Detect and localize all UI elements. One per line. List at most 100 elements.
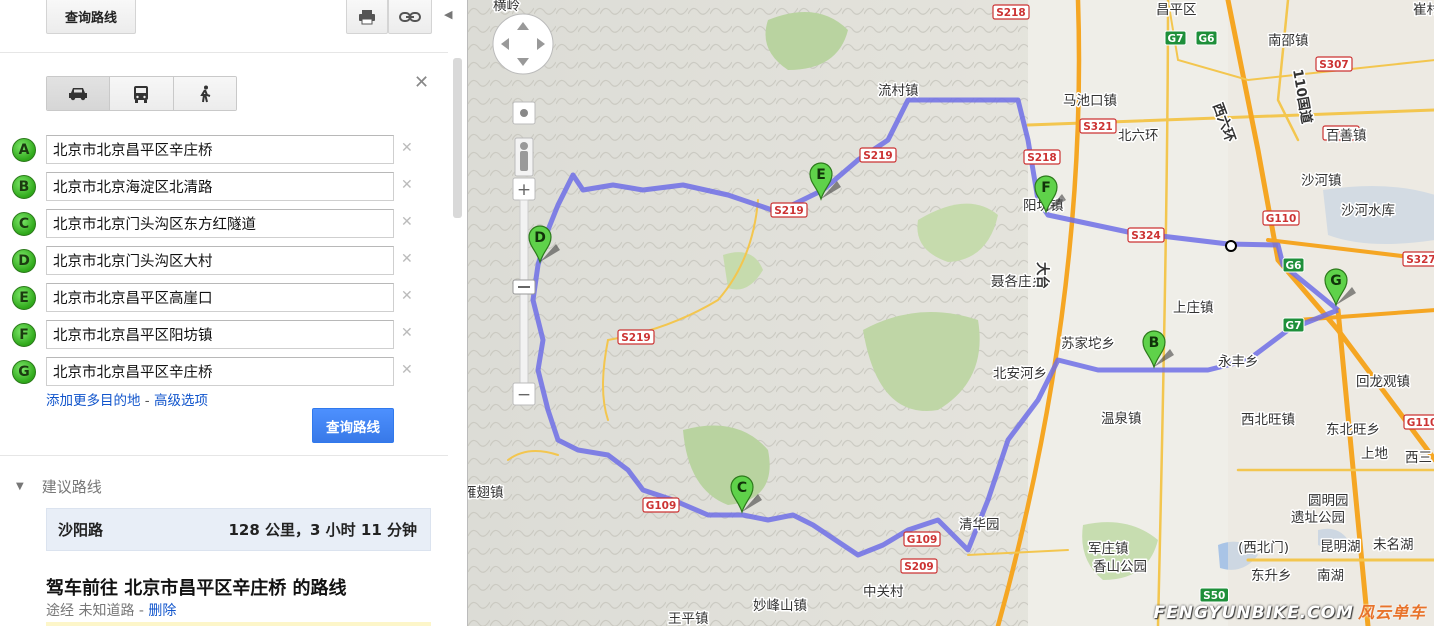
zoom-slider-track[interactable]	[519, 199, 529, 391]
waypoint-input[interactable]: 北京市北京昌平区高崖口	[46, 283, 394, 312]
waypoint-row: G 北京市北京昌平区辛庄桥 ✕	[12, 356, 432, 386]
place-label: 昌平区	[1156, 2, 1197, 18]
waypoint-marker-icon[interactable]: C	[12, 212, 36, 236]
road-shield: S219	[859, 147, 897, 163]
waypoint-marker-icon[interactable]: D	[12, 249, 36, 273]
print-button[interactable]	[346, 0, 388, 34]
place-label: 昆明湖	[1320, 539, 1361, 555]
suggested-routes-heading[interactable]: ▼ 建议路线	[16, 476, 102, 497]
advanced-options-link[interactable]: 高级选项	[154, 393, 208, 409]
waypoint-marker-icon[interactable]: B	[12, 175, 36, 199]
waypoint-input[interactable]: 北京市北京昌平区辛庄桥	[46, 357, 394, 386]
route-pin-label: G	[1330, 273, 1342, 289]
close-icon[interactable]: ✕	[414, 72, 429, 93]
waypoint-marker-icon[interactable]: E	[12, 286, 36, 310]
place-label: 沙河水库	[1341, 203, 1395, 219]
remove-waypoint-icon[interactable]: ✕	[401, 177, 413, 193]
place-label: 雁翅镇	[468, 485, 504, 501]
directions-panel: 查询路线 ◀ ✕ A 北京市北京昌平区辛庄桥 ✕ B 北京市北京海淀区北清路 ✕ C 北京市北…	[0, 0, 467, 626]
place-label: 北安河乡	[993, 366, 1047, 382]
waypoint-marker-icon[interactable]: F	[12, 323, 36, 347]
search-route-top-button[interactable]: 查询路线	[46, 0, 136, 34]
route-option[interactable]: 沙阳路 128 公里，3 小时 11 分钟	[46, 508, 431, 551]
place-label: 北六环	[1118, 128, 1159, 144]
collapse-panel-icon[interactable]: ◀	[444, 8, 456, 24]
divider	[0, 455, 448, 456]
link-separator: -	[144, 393, 150, 409]
road-shield: S218	[1023, 149, 1061, 165]
place-label: 圆明园	[1308, 493, 1349, 509]
waypoint-row: D 北京市北京门头沟区大村 ✕	[12, 245, 432, 275]
delete-via-link[interactable]: 删除	[148, 603, 176, 619]
place-label: 王平镇	[668, 611, 709, 626]
mode-transit-button[interactable]	[110, 77, 174, 110]
remove-waypoint-icon[interactable]: ✕	[401, 362, 413, 378]
panel-scrollbar[interactable]	[453, 58, 462, 218]
route-summary: 128 公里，3 小时 11 分钟	[228, 521, 417, 539]
zoom-in-label: +	[517, 180, 531, 200]
svg-text:G110: G110	[1266, 213, 1297, 225]
road-shield: S324	[1127, 227, 1165, 243]
place-label: 崔村	[1413, 2, 1434, 18]
link-button[interactable]	[388, 0, 432, 34]
via-point[interactable]	[1225, 240, 1237, 252]
svg-text:G109: G109	[646, 500, 677, 512]
directions-title: 驾车前往 北京市昌平区辛庄桥 的路线	[46, 578, 347, 599]
waypoint-row: A 北京市北京昌平区辛庄桥 ✕	[12, 134, 432, 164]
place-label: 苏家坨乡	[1061, 335, 1115, 352]
map-svg[interactable]: S218G7 G6S307S321S321S218S219S219S324G110…	[468, 0, 1434, 626]
waypoint-marker-icon[interactable]: G	[12, 360, 36, 384]
road-shield: S321	[1079, 118, 1117, 134]
svg-text:S324: S324	[1131, 230, 1160, 242]
road-shield: S307	[1315, 56, 1353, 72]
svg-text:S321: S321	[1083, 121, 1112, 133]
remove-waypoint-icon[interactable]: ✕	[401, 251, 413, 267]
bus-icon	[134, 85, 149, 103]
link-icon	[399, 11, 421, 22]
map-canvas[interactable]: S218 G7 G6 S307 S321 S321 S218 S219 S219 S324 G110…	[467, 0, 1434, 626]
place-label: 温泉镇	[1101, 410, 1142, 427]
waypoint-marker-icon[interactable]: A	[12, 138, 36, 162]
place-label: 西三	[1405, 450, 1432, 466]
remove-waypoint-icon[interactable]: ✕	[401, 325, 413, 341]
car-icon	[69, 87, 88, 100]
svg-text:G110: G110	[1407, 417, 1434, 429]
svg-text:S219: S219	[774, 205, 803, 217]
svg-text:G6: G6	[1199, 33, 1215, 45]
mode-walk-button[interactable]	[173, 77, 236, 110]
road-shield: S327	[1402, 251, 1434, 267]
via-separator: -	[138, 603, 144, 619]
place-label: 百善镇	[1326, 128, 1367, 144]
place-label: 马池口镇	[1063, 93, 1117, 109]
svg-text:G6: G6	[1286, 260, 1302, 272]
waypoint-input[interactable]: 北京市北京昌平区辛庄桥	[46, 135, 394, 164]
route-pin-label: D	[534, 230, 546, 246]
waypoint-input[interactable]: 北京市北京门头沟区大村	[46, 246, 394, 275]
place-label: 军庄镇	[1088, 540, 1129, 557]
waypoint-input[interactable]: 北京市北京门头沟区东方红隧道	[46, 209, 394, 238]
svg-text:G7: G7	[1168, 33, 1184, 45]
route-name: 沙阳路	[58, 521, 104, 539]
remove-waypoint-icon[interactable]: ✕	[401, 214, 413, 230]
waypoint-row: C 北京市北京门头沟区东方红隧道 ✕	[12, 208, 432, 238]
road-shield: S209	[900, 558, 938, 574]
options-links: 添加更多目的地 - 高级选项	[46, 389, 208, 409]
place-label: 回龙观镇	[1356, 374, 1410, 390]
pan-control-icon[interactable]	[492, 13, 554, 75]
mode-car-button[interactable]	[47, 77, 111, 110]
waypoint-input[interactable]: 北京市北京昌平区阳坊镇	[46, 320, 394, 349]
travel-mode-selector	[46, 76, 237, 111]
remove-waypoint-icon[interactable]: ✕	[401, 288, 413, 304]
add-destination-link[interactable]: 添加更多目的地	[46, 393, 141, 409]
waypoint-input[interactable]: 北京市北京海淀区北清路	[46, 172, 394, 201]
search-route-button[interactable]: 查询路线	[312, 408, 394, 443]
svg-text:S327: S327	[1406, 254, 1434, 266]
pegman-icon[interactable]	[514, 137, 534, 177]
svg-text:G109: G109	[907, 534, 938, 546]
place-label: 沙河镇	[1301, 173, 1342, 189]
waypoint-row: B 北京市北京海淀区北清路 ✕	[12, 171, 432, 201]
remove-waypoint-icon[interactable]: ✕	[401, 140, 413, 156]
print-icon	[359, 9, 375, 24]
place-label: 上庄镇	[1173, 299, 1214, 316]
place-label: (西北门)	[1238, 540, 1289, 556]
